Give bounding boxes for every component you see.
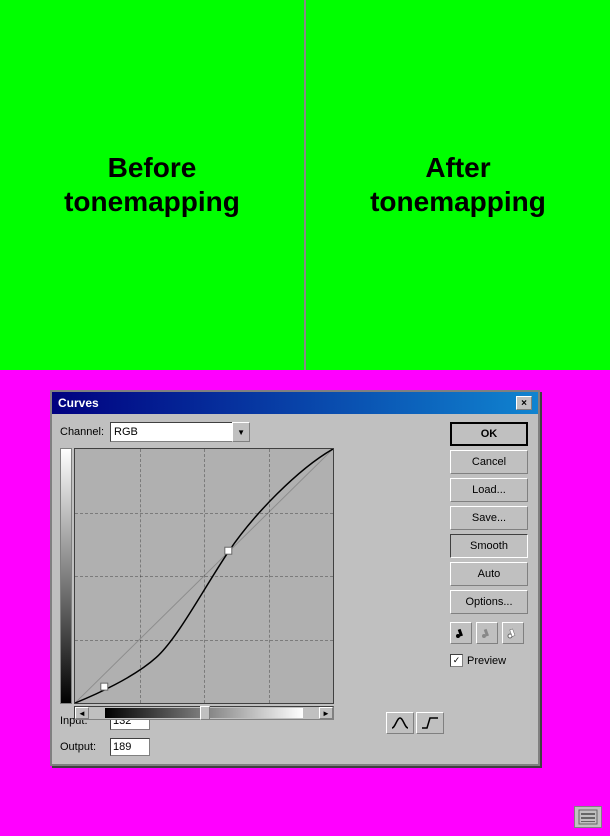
preview-area: Beforetonemapping Aftertonemapping bbox=[0, 0, 610, 370]
output-row: Output: bbox=[60, 738, 444, 756]
auto-button[interactable]: Auto bbox=[450, 562, 528, 586]
close-button[interactable]: × bbox=[516, 396, 532, 410]
after-label: Aftertonemapping bbox=[370, 151, 546, 218]
eyedrop-gray-btn[interactable] bbox=[476, 622, 498, 644]
eyedrop-black-btn[interactable] bbox=[450, 622, 472, 644]
corner-icon[interactable] bbox=[574, 806, 602, 828]
curve-svg bbox=[75, 449, 333, 703]
channel-select[interactable]: RGB Red Green Blue bbox=[110, 422, 250, 442]
output-field[interactable] bbox=[110, 738, 150, 756]
channel-dropdown-arrow: ▼ bbox=[232, 422, 250, 442]
corner-icon-area bbox=[574, 806, 602, 828]
smooth-curve-btn[interactable] bbox=[386, 712, 414, 734]
channel-label: Channel: bbox=[60, 426, 104, 438]
scroll-thumb[interactable] bbox=[200, 706, 210, 720]
curve-canvas-wrapper: ◄ ► bbox=[74, 448, 334, 704]
dialog-body: Channel: RGB Red Green Blue ▼ bbox=[52, 414, 538, 764]
smooth-button[interactable]: Smooth bbox=[450, 534, 528, 558]
gradient-bar bbox=[60, 448, 72, 704]
preview-label: Preview bbox=[467, 655, 506, 667]
dialog-container: Curves × Channel: RGB Red Green Blue bbox=[0, 370, 610, 836]
channel-row: Channel: RGB Red Green Blue ▼ bbox=[60, 422, 444, 442]
scroll-left-btn[interactable]: ◄ bbox=[75, 707, 89, 719]
eyedrop-white-btn[interactable] bbox=[502, 622, 524, 644]
ok-button[interactable]: OK bbox=[450, 422, 528, 446]
cancel-button[interactable]: Cancel bbox=[450, 450, 528, 474]
preview-checkbox[interactable]: ✓ bbox=[450, 654, 463, 667]
dialog-title: Curves bbox=[58, 396, 99, 410]
eyedropper-row bbox=[450, 622, 530, 644]
scroll-right-btn[interactable]: ► bbox=[319, 707, 333, 719]
output-label: Output: bbox=[60, 741, 100, 753]
curve-scrollbar[interactable]: ◄ ► bbox=[74, 706, 334, 720]
options-button[interactable]: Options... bbox=[450, 590, 528, 614]
point-curve-btn[interactable] bbox=[416, 712, 444, 734]
dialog-right: OK Cancel Load... Save... Smooth Auto Op… bbox=[450, 422, 530, 756]
curve-area: ◄ ► bbox=[60, 448, 444, 704]
dialog-left: Channel: RGB Red Green Blue ▼ bbox=[60, 422, 444, 756]
scrollbar-track bbox=[105, 708, 303, 718]
dialog-titlebar: Curves × bbox=[52, 392, 538, 414]
preview-before: Beforetonemapping bbox=[0, 0, 306, 370]
save-button[interactable]: Save... bbox=[450, 506, 528, 530]
preview-after: Aftertonemapping bbox=[306, 0, 610, 370]
channel-select-wrapper: RGB Red Green Blue ▼ bbox=[110, 422, 250, 442]
curve-canvas[interactable] bbox=[74, 448, 334, 704]
preview-row: ✓ Preview bbox=[450, 654, 530, 667]
load-button[interactable]: Load... bbox=[450, 478, 528, 502]
before-label: Beforetonemapping bbox=[64, 151, 240, 218]
curve-shape-btns bbox=[386, 712, 444, 734]
curves-dialog: Curves × Channel: RGB Red Green Blue bbox=[50, 390, 540, 766]
